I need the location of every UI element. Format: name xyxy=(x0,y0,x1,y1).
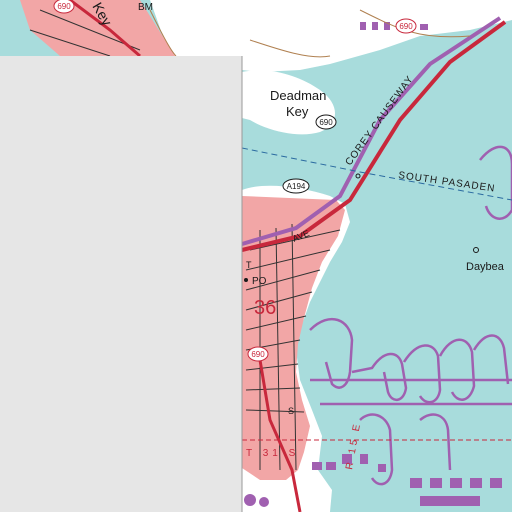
deadman-label: Deadman xyxy=(270,88,326,103)
svg-text:690: 690 xyxy=(399,22,413,31)
daybeacon-label: Daybea xyxy=(466,261,505,273)
section-number-label: 36 xyxy=(254,297,276,319)
topographic-map: 690 690 690 A194 690 Deadman Key COREY C… xyxy=(0,0,512,512)
benchmark-label: BM xyxy=(138,2,153,13)
route-shield-690-mid: 690 xyxy=(315,114,337,130)
route-shield-690-right: 690 xyxy=(395,18,417,34)
route-shield-a194: A194 xyxy=(282,178,310,194)
svg-text:690: 690 xyxy=(251,350,265,359)
s-mark-label: S xyxy=(288,406,294,416)
landmark-marker xyxy=(244,494,256,506)
svg-text:A194: A194 xyxy=(287,182,306,191)
route-shield-690-low: 690 xyxy=(247,346,269,362)
landmark-marker-2 xyxy=(259,497,269,507)
route-shield-690-top: 690 xyxy=(53,0,75,14)
post-office-marker xyxy=(244,278,248,282)
key-island-label: Key xyxy=(286,104,309,119)
svg-text:690: 690 xyxy=(319,118,333,127)
no-data-region xyxy=(0,56,242,512)
post-office-label: PO xyxy=(252,276,267,287)
svg-text:690: 690 xyxy=(57,2,71,11)
t-mark-label: T xyxy=(246,260,252,270)
township-label: T 31 S xyxy=(246,448,299,459)
